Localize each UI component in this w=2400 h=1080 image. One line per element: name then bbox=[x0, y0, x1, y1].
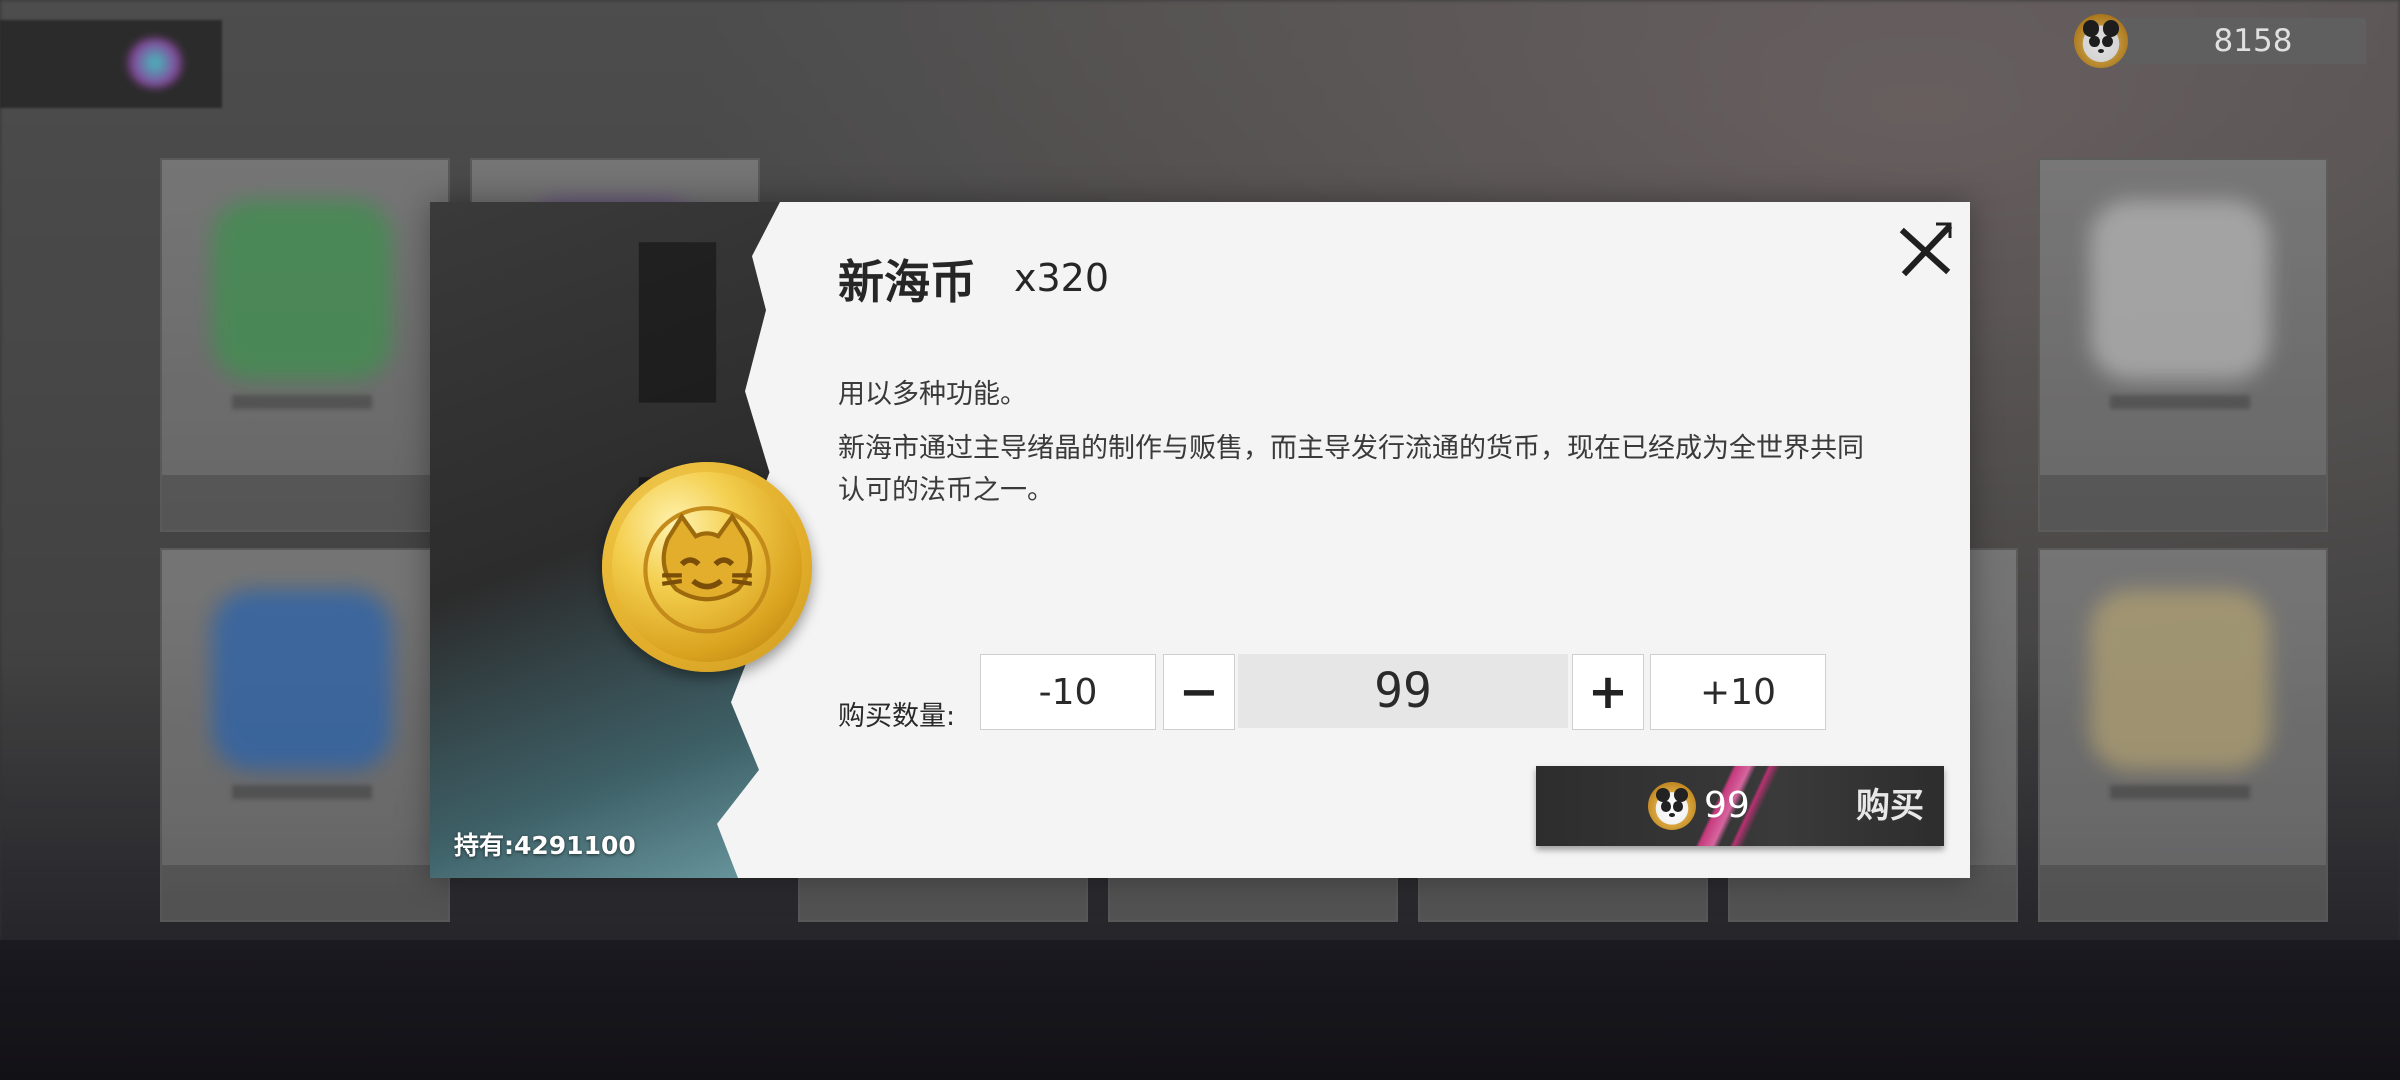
item-description-short: 用以多种功能。 bbox=[838, 379, 1027, 410]
panda-coin-icon bbox=[1648, 782, 1696, 830]
quantity-label: 购买数量: bbox=[838, 701, 956, 732]
quantity-input[interactable]: 99 bbox=[1238, 654, 1568, 728]
close-button[interactable] bbox=[1896, 220, 1954, 278]
plus-icon: + bbox=[1587, 664, 1629, 720]
buy-label: 购买 bbox=[1856, 786, 1924, 826]
item-description-long: 新海市通过主导绪晶的制作与贩售，而主导发行流通的货币，现在已经成为全世界共同认可… bbox=[838, 433, 1864, 506]
decrement-button[interactable]: − bbox=[1163, 654, 1235, 730]
buy-button[interactable]: 99 购买 bbox=[1536, 766, 1944, 846]
close-icon bbox=[1899, 222, 1953, 277]
plus-ten-button[interactable]: +10 bbox=[1650, 654, 1826, 730]
item-bundle-count: x320 bbox=[1014, 256, 1110, 300]
purchase-dialog: ▮▮ 持有:4291100 新海币 x320 用以多种功能。 新海市通过主导绪晶… bbox=[430, 202, 1970, 878]
new-sea-coin-icon bbox=[602, 462, 812, 672]
increment-button[interactable]: + bbox=[1572, 654, 1644, 730]
buy-price: 99 bbox=[1704, 785, 1750, 826]
holding-count: 持有:4291100 bbox=[454, 831, 636, 860]
item-name: 新海币 bbox=[838, 255, 976, 309]
minus-icon: − bbox=[1178, 664, 1220, 720]
minus-ten-button[interactable]: -10 bbox=[980, 654, 1156, 730]
